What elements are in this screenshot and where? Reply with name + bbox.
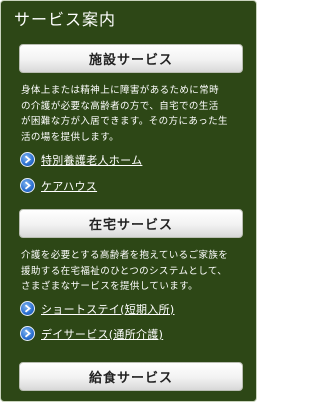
facility-services-button[interactable]: 施設サービス [19,44,243,73]
link-care-house[interactable]: ケアハウス [20,177,97,194]
home-services-description: 介護を必要とする高齢者を抱えているご家族を 援助する在宅福祉のひとつのシステムと… [21,248,253,295]
facility-services-description: 身体上または精神上に障害があるために常時 の介護が必要な高齢者の方で、自宅での生… [21,83,253,145]
description-line: の介護が必要な高齢者の方で、自宅での生活 [21,100,219,112]
description-line: さまざまなサービスを提供しています。 [21,281,198,292]
description-line: 援助する在宅福祉のひとつのシステムとして、 [21,265,228,277]
link-label[interactable]: 特別養護老人ホーム [41,152,142,168]
home-services-button-label: 在宅サービス [88,218,173,233]
arrow-right-circle-icon [20,152,35,167]
description-line: 介護を必要とする高齢者を抱えているご家族を [21,250,229,261]
description-line: 活の場を提供します。 [21,131,120,143]
arrow-right-circle-icon [20,301,35,316]
panel-title: サービス案内 [14,10,117,29]
arrow-right-circle-icon [20,326,35,341]
home-services-button[interactable]: 在宅サービス [19,209,243,238]
facility-services-button-label: 施設サービス [88,53,173,68]
link-short-stay[interactable]: ショートステイ(短期入所) [20,300,174,317]
meal-services-button-label: 給食サービス [88,371,173,386]
link-day-service[interactable]: デイサービス(通所介護) [20,325,163,342]
link-label[interactable]: デイサービス(通所介護) [41,326,163,342]
link-label[interactable]: ケアハウス [41,178,97,194]
meal-services-button[interactable]: 給食サービス [19,362,243,391]
arrow-right-circle-icon [20,178,35,193]
description-line: が困難な方が入居できます。その方にあった生 [21,116,228,127]
description-line: 身体上または精神上に障害があるために常時 [21,85,220,96]
link-special-nursing-home[interactable]: 特別養護老人ホーム [20,151,142,168]
link-label[interactable]: ショートステイ(短期入所) [41,301,174,317]
service-guide-panel: サービス案内 施設サービス 身体上または精神上に障害があるために常時 の介護が必… [0,0,257,402]
